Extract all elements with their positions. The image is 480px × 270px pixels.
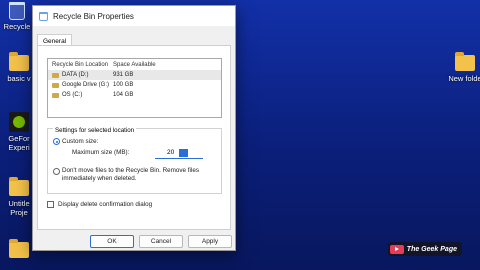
column-space[interactable]: Space Available [109, 62, 221, 68]
play-logo-icon [389, 244, 404, 254]
custom-size-radio[interactable] [53, 138, 60, 145]
list-item[interactable]: Google Drive (G:) 100 GB [48, 80, 221, 90]
list-item[interactable]: OS (C:) 104 GB [48, 90, 221, 100]
location-name: OS (C:) [62, 92, 83, 98]
location-name: Google Drive (G:) [62, 82, 110, 88]
location-name: DATA (D:) [62, 72, 89, 78]
desktop-icon-label: GeFor Experi [8, 134, 30, 152]
max-size-label: Maximum size (MB): [72, 149, 130, 156]
desktop-icon-new-folder[interactable]: New folde [440, 52, 480, 83]
desktop-icon-label: Untitle Proje [8, 199, 30, 217]
recycle-bin-icon [9, 2, 25, 20]
dont-move-label: Don't move files to the Recycle Bin. Rem… [62, 167, 199, 174]
watermark-text: The Geek Page [406, 245, 457, 253]
drive-icon [52, 82, 59, 88]
column-location[interactable]: Recycle Bin Location [48, 62, 109, 68]
dialog-title: Recycle Bin Properties [53, 11, 134, 21]
folder-icon [9, 239, 29, 258]
desktop-icon-label: New folde [448, 74, 480, 83]
watermark: The Geek Page [387, 242, 462, 256]
folder-icon [455, 52, 475, 71]
settings-group-title: Settings for selected location [53, 127, 137, 134]
recycle-bin-icon [39, 11, 48, 21]
settings-group: Settings for selected location Custom si… [47, 127, 222, 194]
location-space: 931 GB [113, 72, 134, 78]
drive-icon [52, 72, 59, 78]
ok-button[interactable]: OK [90, 235, 134, 248]
location-list: Recycle Bin Location Space Available DAT… [47, 58, 222, 118]
cancel-button[interactable]: Cancel [139, 235, 183, 248]
nvidia-icon [9, 112, 29, 132]
drive-icon [52, 92, 59, 98]
confirm-label: Display delete confirmation dialog [58, 201, 153, 208]
location-space: 104 GB [113, 92, 134, 98]
custom-size-label: Custom size: [62, 138, 99, 145]
folder-icon [9, 177, 29, 196]
general-panel: Recycle Bin Location Space Available DAT… [37, 45, 231, 230]
list-item[interactable]: DATA (D:) 931 GB [48, 70, 221, 80]
dialog-titlebar[interactable]: Recycle Bin Properties [33, 6, 235, 26]
apply-button[interactable]: Apply [188, 235, 232, 248]
location-space: 100 GB [113, 82, 134, 88]
confirm-checkbox[interactable] [47, 201, 54, 208]
tab-strip: General [33, 29, 235, 48]
list-header: Recycle Bin Location Space Available [48, 59, 221, 70]
dont-move-label-line2: immediately when deleted. [62, 175, 137, 182]
text-selection-highlight [179, 149, 188, 157]
folder-icon [9, 52, 29, 71]
dont-move-radio[interactable] [53, 168, 60, 175]
recycle-bin-properties-dialog: Recycle Bin Properties General Recycle B… [32, 5, 236, 251]
